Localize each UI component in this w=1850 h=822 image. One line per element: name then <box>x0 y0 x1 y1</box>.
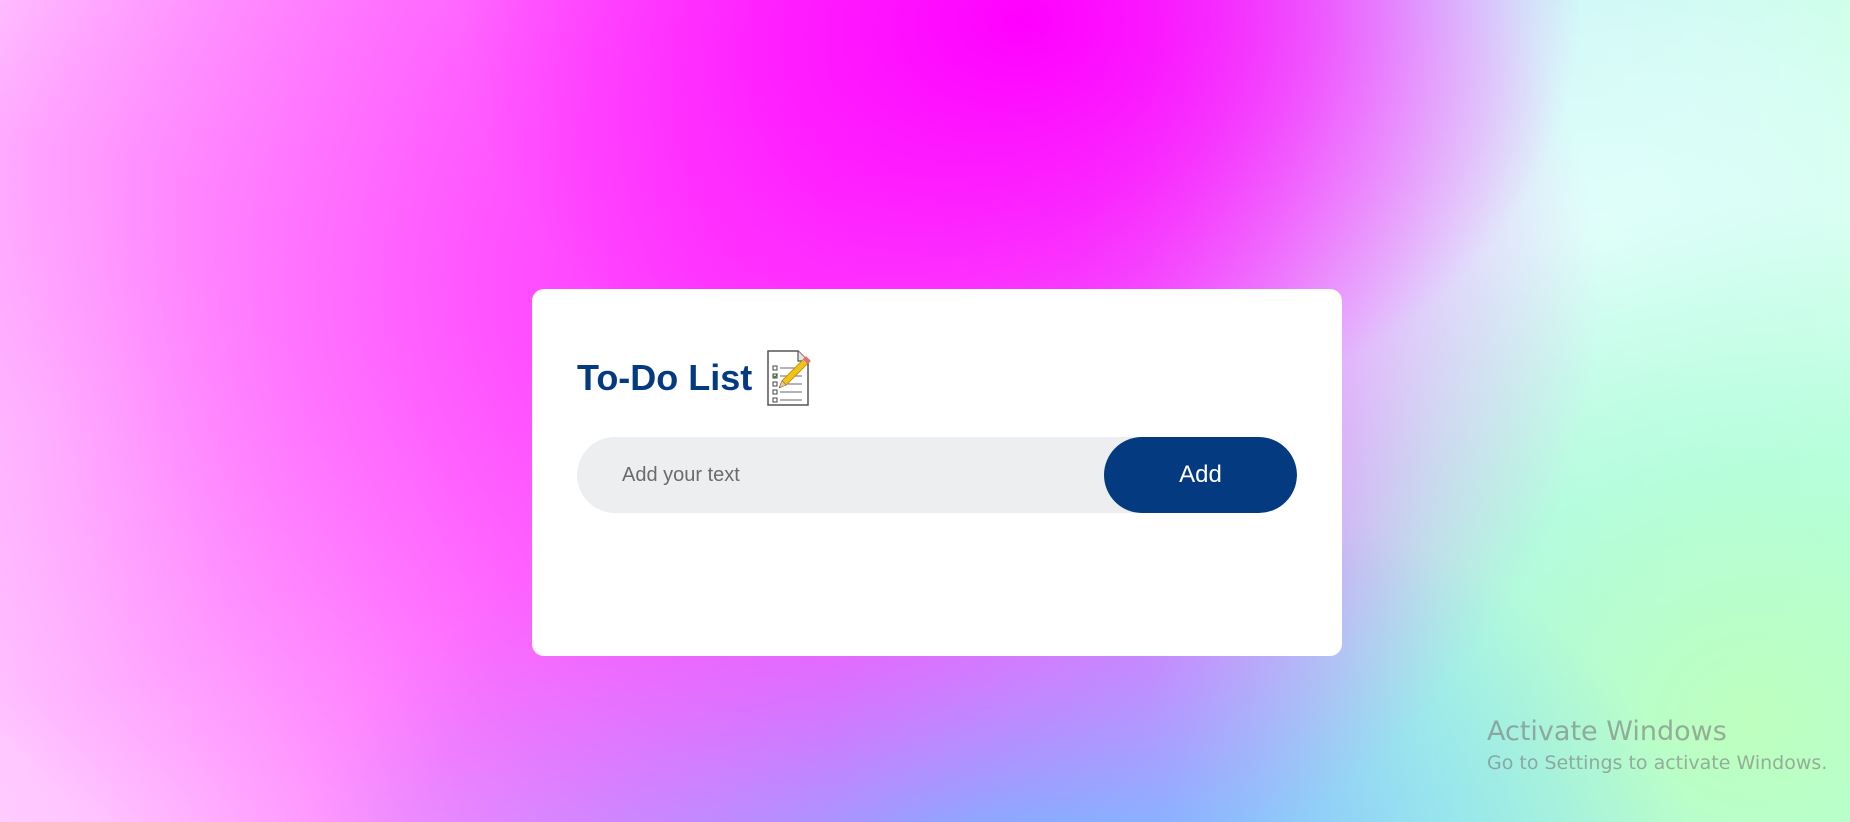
notepad-with-pencil-icon <box>767 350 812 406</box>
add-task-row: Add <box>577 437 1297 513</box>
add-button[interactable]: Add <box>1104 437 1297 513</box>
page-title: To-Do List <box>577 357 753 398</box>
title-row: To-Do List <box>577 349 812 407</box>
task-input[interactable] <box>577 437 1107 513</box>
activate-windows-watermark: Activate Windows Go to Settings to activ… <box>1487 716 1827 774</box>
watermark-title: Activate Windows <box>1487 716 1727 747</box>
todo-card: To-Do List Add <box>532 289 1342 656</box>
watermark-subtitle: Go to Settings to activate Windows. <box>1487 752 1828 775</box>
